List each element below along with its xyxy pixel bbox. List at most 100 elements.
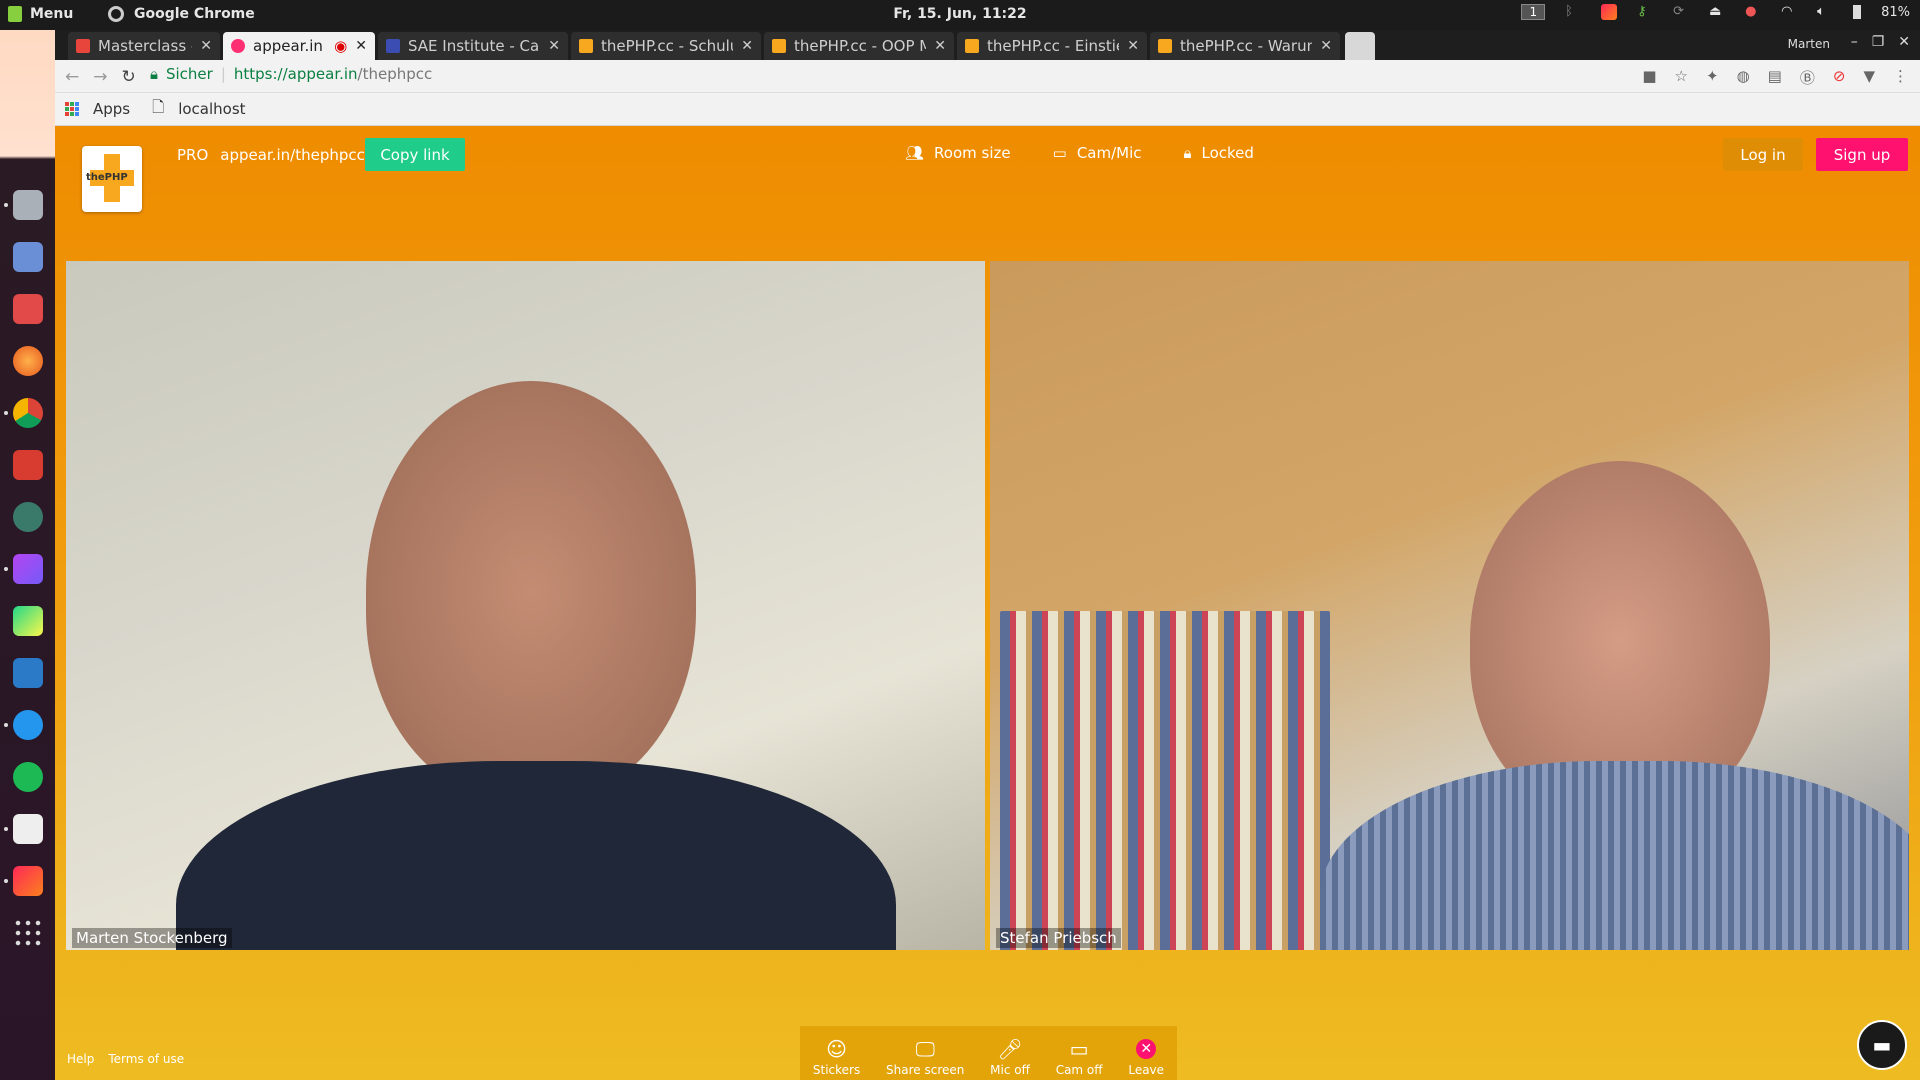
back-icon[interactable]: ← — [65, 67, 79, 87]
close-window-icon[interactable]: ✕ — [1898, 34, 1910, 50]
terms-link[interactable]: Terms of use — [108, 1052, 184, 1066]
eject-icon[interactable]: ⏏ — [1709, 4, 1725, 20]
pycharm-icon[interactable] — [12, 606, 43, 636]
footer-links: Help Terms of use — [67, 1052, 184, 1066]
tab-sae-institute[interactable]: SAE Institute - Cale ✕ — [378, 32, 568, 60]
keepass-icon[interactable]: ⚷ — [1637, 4, 1653, 20]
minimize-icon[interactable]: – — [1851, 34, 1858, 50]
battery-icon[interactable] — [1853, 5, 1862, 19]
extension-page-icon[interactable]: ▤ — [1768, 67, 1782, 88]
appear-in-room-page: thePHP PRO appear.in/thephpcc Copy link … — [55, 126, 1920, 1080]
close-tab-icon[interactable]: ✕ — [548, 38, 560, 54]
smiley-icon: ☺ — [826, 1037, 847, 1061]
reload-icon[interactable]: ↻ — [122, 67, 136, 87]
globe-icon[interactable] — [12, 502, 43, 532]
leave-x-icon: ✕ — [1136, 1039, 1157, 1059]
room-size-button[interactable]: 👥︎ Room size — [905, 144, 1011, 162]
tab-thephpcc-warum[interactable]: thePHP.cc - Warum ✕ — [1150, 32, 1340, 60]
tab-appear-in[interactable]: appear.in – one ◉ ✕ — [223, 32, 375, 60]
extension-vue-icon[interactable]: ▼ — [1863, 67, 1875, 88]
star-icon[interactable]: ☆ — [1675, 67, 1688, 88]
docker-icon[interactable] — [3, 710, 43, 740]
cam-mic-button[interactable]: ▭ Cam/Mic — [1053, 144, 1142, 162]
spotify-icon[interactable] — [12, 762, 43, 792]
new-tab-button[interactable] — [1345, 32, 1375, 60]
leave-label: Leave — [1128, 1063, 1165, 1077]
close-tab-icon[interactable]: ✕ — [200, 38, 212, 54]
mail-icon[interactable] — [12, 242, 43, 272]
address-bar[interactable]: 🔒︎ Sicher | https://appear.in/thephpcc — [150, 65, 432, 83]
room-size-label: Room size — [934, 144, 1011, 162]
mic-off-button[interactable]: 🎤︎ Mic off — [990, 1039, 1030, 1077]
tab-thephpcc-oop[interactable]: thePHP.cc - OOP M ✕ — [764, 32, 954, 60]
extension-b-icon[interactable]: Ⓑ — [1800, 67, 1815, 88]
log-in-button[interactable]: Log in — [1723, 138, 1803, 171]
sign-up-button[interactable]: Sign up — [1816, 138, 1908, 171]
cam-off-button[interactable]: ▭ Cam off — [1056, 1039, 1103, 1077]
room-size-icon: 👥︎ — [905, 144, 925, 162]
camera-icon[interactable]: ■ — [1642, 67, 1656, 88]
battery-percent: 81% — [1881, 4, 1910, 20]
address-separator: | — [220, 65, 226, 83]
bookmark-localhost[interactable]: localhost — [178, 100, 245, 118]
sync-icon[interactable]: ⟳ — [1673, 4, 1689, 20]
files-icon[interactable] — [3, 190, 43, 220]
toolbox-icon[interactable] — [3, 866, 43, 896]
bookmark-apps[interactable]: Apps — [93, 100, 130, 118]
close-tab-icon[interactable]: ✕ — [741, 38, 753, 54]
lock-room-button[interactable]: 🔒︎ Locked — [1184, 144, 1254, 162]
firefox-icon[interactable] — [12, 346, 43, 376]
chrome-icon — [108, 6, 124, 22]
system-menu-button[interactable]: Menu — [8, 6, 73, 22]
system-top-bar: Menu Google Chrome Fr, 15. Jun, 11:22 1 … — [0, 0, 1920, 30]
tab-thephpcc-schulung[interactable]: thePHP.cc - Schulu ✕ — [571, 32, 761, 60]
wifi-icon[interactable]: ◠ — [1781, 4, 1797, 20]
jetbrains-toolbox-icon[interactable] — [1601, 4, 1618, 20]
notification-icon[interactable]: ● — [1745, 4, 1761, 20]
app-grid-icon[interactable] — [12, 918, 43, 948]
tab-masterclass[interactable]: Masterclass - m.sto ✕ — [68, 32, 220, 60]
presentation-icon[interactable] — [12, 450, 43, 480]
chrome-dock-icon[interactable] — [3, 398, 43, 428]
extension-lastpass-icon[interactable]: ◍ — [1737, 67, 1750, 88]
close-tab-icon[interactable]: ✕ — [1127, 38, 1139, 54]
close-tab-icon[interactable]: ✕ — [934, 38, 946, 54]
participant-video-image — [366, 381, 696, 801]
active-app-name: Google Chrome — [134, 6, 255, 22]
maximize-icon[interactable]: ❐ — [1872, 34, 1885, 50]
lock-icon: 🔒︎ — [150, 65, 158, 83]
stickers-button[interactable]: ☺ Stickers — [813, 1039, 860, 1077]
chrome-menu-icon[interactable]: ⋮ — [1893, 67, 1908, 88]
apps-grid-icon — [65, 102, 79, 116]
volume-icon[interactable]: 🔈︎ — [1817, 4, 1833, 20]
chat-button[interactable]: ▬ — [1857, 1020, 1907, 1070]
participant-name: Stefan Priebsch — [996, 928, 1121, 948]
extension-bolt-icon[interactable]: ✦ — [1706, 67, 1719, 88]
document-icon[interactable] — [3, 814, 43, 844]
room-url: appear.in/thephpcc — [220, 146, 365, 164]
application-dock — [0, 30, 55, 1080]
forward-icon[interactable]: → — [93, 67, 107, 87]
video-tile-marten[interactable]: Marten Stockenberg — [66, 261, 985, 950]
thephpcc-icon — [965, 39, 979, 53]
browser-profile-name[interactable]: Marten — [1788, 37, 1830, 51]
video-tile-stefan[interactable]: Stefan Priebsch — [990, 261, 1909, 950]
calendar-favicon — [386, 39, 400, 53]
close-tab-icon[interactable]: ✕ — [355, 38, 367, 54]
calendar-icon[interactable] — [12, 294, 43, 324]
leave-button[interactable]: ✕ Leave — [1128, 1039, 1164, 1077]
workspace-indicator[interactable]: 1 — [1521, 4, 1546, 20]
close-tab-icon[interactable]: ✕ — [1320, 38, 1332, 54]
vscode-icon[interactable] — [12, 658, 43, 688]
bluetooth-icon[interactable]: ᛒ — [1565, 4, 1581, 20]
help-link[interactable]: Help — [67, 1052, 94, 1066]
room-controls: 👥︎ Room size ▭ Cam/Mic 🔒︎ Locked — [905, 144, 1254, 162]
extension-block-icon[interactable]: ⊘ — [1833, 67, 1846, 88]
copy-link-button[interactable]: Copy link — [365, 138, 465, 171]
tab-thephpcc-einstieg[interactable]: thePHP.cc - Einstie ✕ — [957, 32, 1147, 60]
mic-off-label: Mic off — [990, 1063, 1030, 1077]
share-screen-button[interactable]: 🖵︎ Share screen — [886, 1039, 964, 1077]
phpstorm-icon[interactable] — [3, 554, 43, 584]
pro-badge: PRO — [177, 146, 209, 164]
share-screen-label: Share screen — [886, 1063, 965, 1077]
